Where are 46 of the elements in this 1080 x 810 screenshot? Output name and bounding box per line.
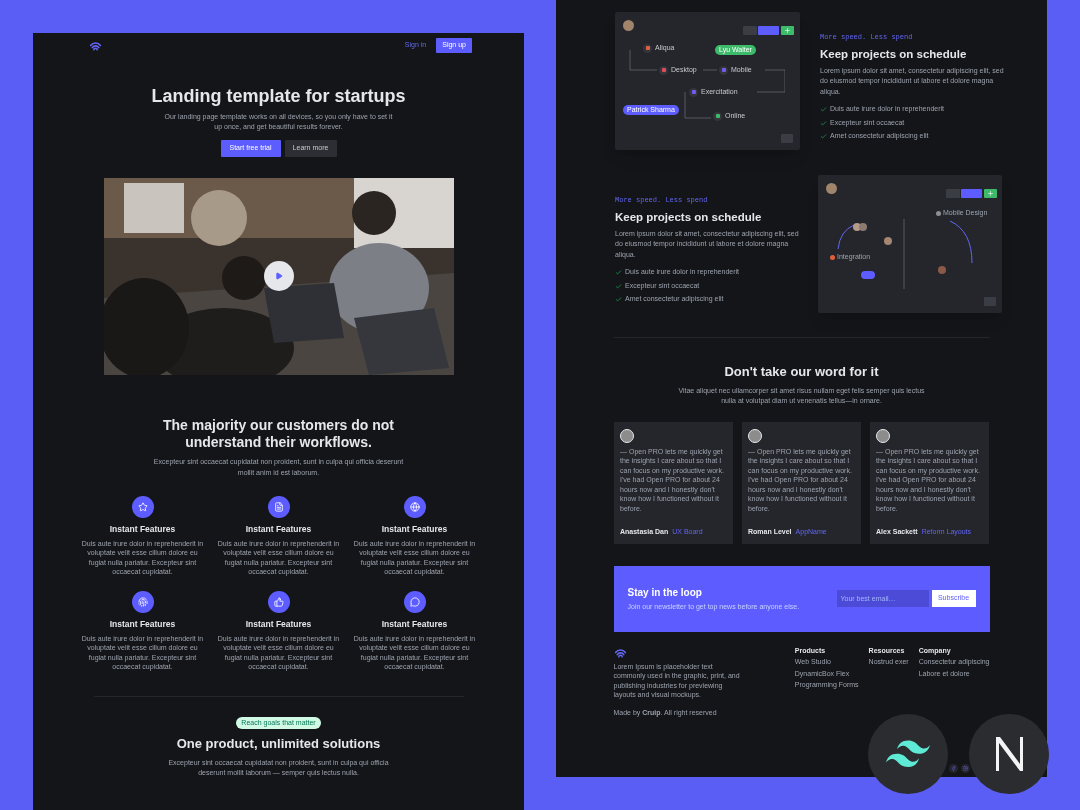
node-icon (719, 65, 728, 75)
feature-title: Instant Features (245, 523, 312, 536)
avatar (876, 428, 890, 443)
feature-title: Instant Features (245, 617, 312, 631)
connector-line (756, 69, 785, 93)
avatar (826, 183, 837, 194)
section-heading: One product, unlimited solutions (176, 735, 381, 753)
plus-icon (987, 190, 994, 197)
section-heading: Don't take our word for it (724, 363, 879, 381)
node-icon (713, 111, 722, 121)
connector-line (629, 50, 658, 71)
add-button[interactable] (781, 26, 794, 35)
add-button[interactable] (984, 189, 997, 198)
play-icon (274, 272, 283, 280)
corner-button[interactable] (781, 134, 793, 143)
node-icon (643, 43, 652, 53)
feature-title: Instant Features (381, 617, 448, 631)
plus-icon (784, 27, 791, 34)
node-icon (659, 65, 668, 75)
toolbar-button[interactable] (743, 26, 757, 35)
logo-icon (89, 39, 102, 52)
feature-title: Instant Features (109, 617, 176, 631)
hero-title: Landing template for startups (151, 85, 406, 107)
node-icon (689, 87, 698, 97)
feature-title: Instant Features (109, 523, 176, 536)
corner-button[interactable] (984, 297, 996, 306)
thumbs-up-icon (273, 596, 284, 607)
section-heading: Keep projects on schedule (820, 46, 968, 62)
avatar (623, 20, 634, 31)
star-icon (137, 502, 148, 512)
section-heading: Keep projects on schedule (615, 209, 763, 225)
fingerprint-icon (137, 596, 148, 607)
section-heading: The majority our customers do not understand their workflows. (162, 417, 395, 451)
document-icon (273, 502, 284, 512)
avatar (620, 428, 634, 443)
instagram-icon (963, 766, 968, 771)
link-button[interactable] (861, 271, 875, 279)
newsletter-title: Stay in the loop (627, 585, 703, 600)
globe-icon (409, 502, 420, 512)
chat-icon (409, 596, 420, 607)
social-button[interactable] (961, 764, 970, 773)
avatar (748, 428, 762, 443)
feature-title: Instant Features (381, 523, 448, 536)
facebook-icon (951, 766, 956, 771)
toolbar-button[interactable] (946, 189, 960, 198)
social-button[interactable] (949, 764, 958, 773)
